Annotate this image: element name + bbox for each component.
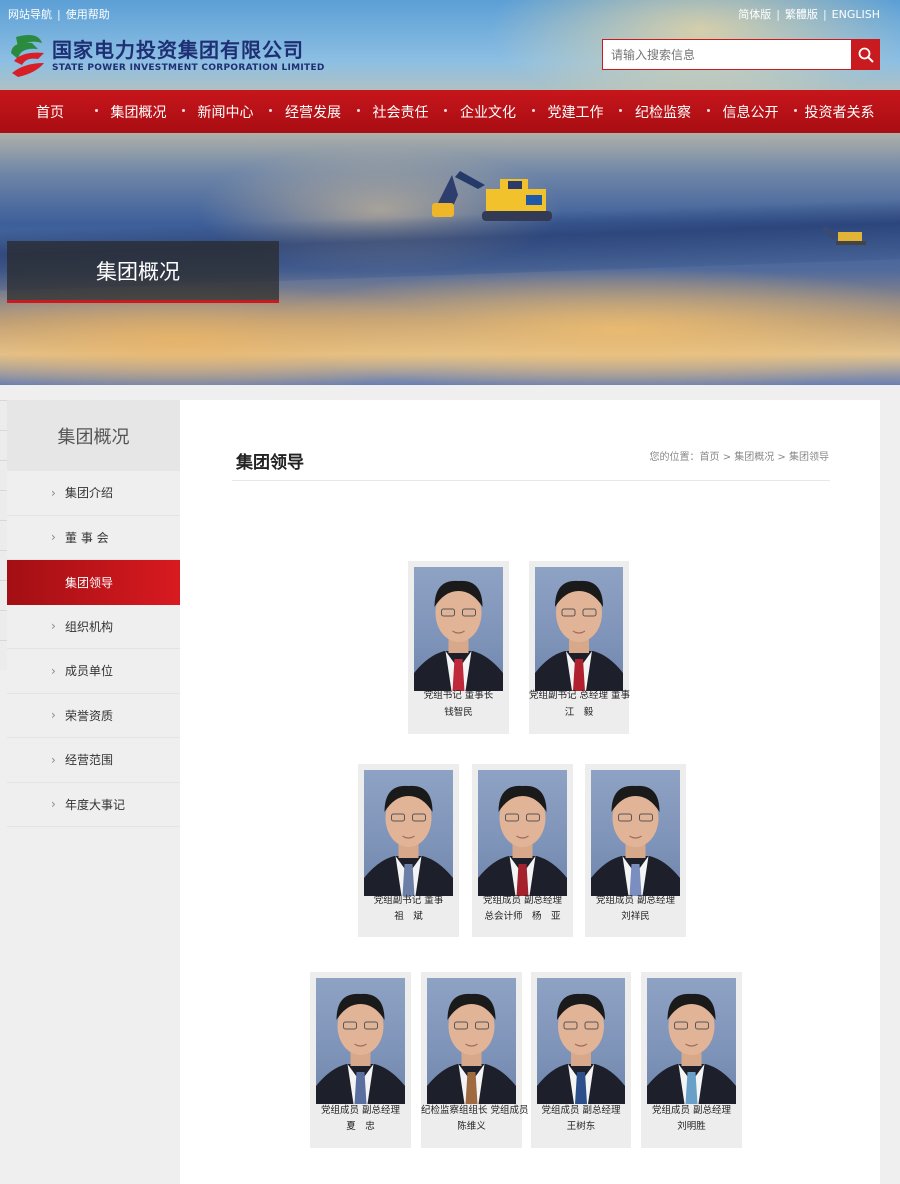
sidebar-item-members[interactable]: › 成员单位 [7,649,180,694]
logo-english-name: STATE POWER INVESTMENT CORPORATION LIMIT… [52,63,325,73]
leader-title: 党组副书记 董事 [373,895,444,906]
leader-title: 党组副书记 总经理 董事 [529,690,631,701]
sidebar-item-organization[interactable]: › 组织机构 [7,605,180,649]
utility-links-right: 简体版 | 繁體版 | ENGLISH [738,6,880,22]
sidebar-title: 集团概况 [7,400,180,471]
divider: | [822,8,827,21]
sidebar-item-honors[interactable]: › 荣誉资质 [7,694,180,738]
leader-card-zu-bin[interactable]: 党组副书记 董事祖 斌 [358,764,459,937]
leader-photo [316,978,405,1104]
leader-name: 刘祥民 [621,911,650,922]
leader-title: 党组成员 副总经理 [320,1105,401,1116]
leader-name: 江 毅 [564,707,594,718]
help-link[interactable]: 使用帮助 [66,6,110,22]
breadcrumb: 您的位置：首页 > 集团概况 > 集团领导 [649,452,829,463]
nav-investor-relations[interactable]: 投资者关系 [794,90,885,133]
nav-business[interactable]: 经营发展 [269,90,357,133]
nav-group-overview[interactable]: 集团概况 [95,90,182,133]
main-nav: 首页 集团概况 新闻中心 经营发展 社会责任 企业文化 党建工作 纪检监察 信息… [0,90,900,133]
chevron-right-icon: › [51,752,56,767]
sidebar-item-leaders[interactable]: ›集团领导 [7,560,180,605]
sidebar-item-milestones[interactable]: › 年度大事记 [7,783,180,827]
chevron-right-icon: › [51,708,56,723]
leader-photo [478,770,567,896]
sidebar-item-label: 成员单位 [65,664,114,679]
chevron-right-icon: › [51,530,56,545]
nav-discipline[interactable]: 纪检监察 [619,90,707,133]
leader-card-jiang-yi[interactable]: 党组副书记 总经理 董事江 毅 [529,561,631,734]
chevron-right-icon: › [51,619,56,634]
search-icon [858,47,874,63]
title-divider [232,480,830,481]
sidebar: 集团概况 ›集团介绍 ›董 事 会 ›集团领导 ›组织机构 ›成员单位 ›荣誉资… [7,400,180,1184]
english-link[interactable]: ENGLISH [832,8,880,21]
leader-name: 夏 忠 [346,1121,375,1132]
utility-links-left: 网站导航 | 使用帮助 [8,6,110,22]
sidebar-item-board[interactable]: › 董 事 会 [7,516,180,560]
chevron-right-icon: › [51,485,56,500]
nav-party-building[interactable]: 党建工作 [532,90,619,133]
leader-photo [535,567,623,691]
leader-card-yang-ya[interactable]: 党组成员 副总经理 总会计师 杨 亚 [472,764,573,937]
leader-card-wang-shudong[interactable]: 党组成员 副总经理 王树东 [531,972,631,1148]
sidebar-item-label: 经营范围 [65,753,114,768]
nav-home[interactable]: 首页 [5,90,95,133]
leader-photo [647,978,736,1104]
leader-photo [591,770,680,896]
spic-logo-icon [11,35,44,77]
leader-title: 党组成员 副总经理 [651,1105,732,1116]
chevron-right-icon: › [51,663,56,678]
leader-photo [414,567,503,691]
leader-title: 党组成员 副总经理 [541,1105,621,1116]
nav-culture[interactable]: 企业文化 [444,90,532,133]
sidebar-item-label: 集团介绍 [65,486,114,501]
sidebar-item-label: 董 事 会 [65,530,109,545]
left-edge-decoration [0,400,7,670]
sidebar-item-label: 年度大事记 [65,797,126,812]
leader-title: 党组成员 副总经理 [482,895,563,906]
leader-name: 祖 斌 [394,911,423,922]
leader-card-liu-mingsheng[interactable]: 党组成员 副总经理 刘明胜 [641,972,742,1148]
excavator-image [432,171,552,221]
sidebar-item-label: 荣誉资质 [65,708,114,723]
sidebar-item-label: 集团领导 [65,575,114,590]
leader-card-liu-xiangmin[interactable]: 党组成员 副总经理 刘祥民 [585,764,686,937]
banner-title: 集团概况 [7,241,279,303]
search-button[interactable] [851,39,880,70]
leader-name: 陈维义 [457,1121,486,1132]
site-nav-link[interactable]: 网站导航 [8,6,52,22]
leader-card-xia-zhong[interactable]: 党组成员 副总经理夏 忠 [310,972,411,1148]
leader-title: 纪检监察组组长 党组成员 [421,1105,529,1116]
leader-name: 刘明胜 [677,1121,706,1132]
nav-news[interactable]: 新闻中心 [182,90,269,133]
page-title: 集团领导 [236,453,304,473]
sidebar-item-label: 组织机构 [65,619,114,634]
traditional-chinese-link[interactable]: 繁體版 [785,6,818,22]
leader-card-chen-weiyi[interactable]: 纪检监察组组长 党组成员陈维义 [421,972,529,1148]
leader-photo [537,978,625,1104]
search-box [602,39,880,70]
leader-title: 党组书记 董事长 [423,690,494,701]
leader-photo [364,770,453,896]
company-logo[interactable]: 国家电力投资集团有限公司 STATE POWER INVESTMENT CORP… [8,33,325,79]
sidebar-item-intro[interactable]: › 集团介绍 [7,471,180,516]
divider: | [776,8,780,21]
nav-information[interactable]: 信息公开 [707,90,794,133]
divider: | [57,8,61,21]
leader-name: 钱智民 [444,707,473,718]
nav-social-responsibility[interactable]: 社会责任 [357,90,444,133]
excavator-small-image [822,226,866,245]
search-input[interactable] [602,39,851,70]
chevron-right-icon: › [51,797,56,812]
leader-photo [427,978,516,1104]
leader-name: 王树东 [566,1121,596,1132]
sidebar-item-scope[interactable]: › 经营范围 [7,738,180,783]
leader-card-qian-zhimin[interactable]: 党组书记 董事长 钱智民 [408,561,509,734]
simplified-chinese-link[interactable]: 简体版 [738,6,771,22]
leader-name: 总会计师 杨 亚 [484,911,561,922]
leader-title: 党组成员 副总经理 [595,895,676,906]
main-content: 集团领导 您的位置：首页 > 集团概况 > 集团领导 党组书记 董事长 钱智民 党组… [180,400,880,1184]
logo-chinese-name: 国家电力投资集团有限公司 [52,38,304,62]
